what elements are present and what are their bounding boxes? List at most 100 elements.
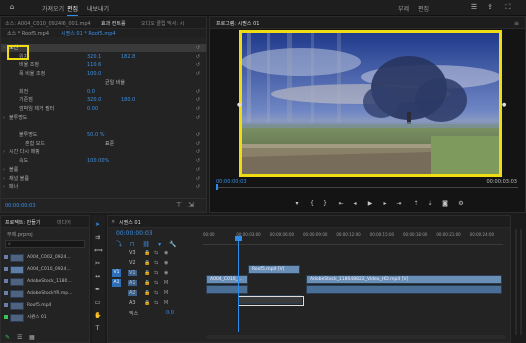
master-volume-value[interactable]: 0.0	[166, 310, 174, 316]
tab-effect-controls[interactable]: 효과 컨트롤	[101, 20, 126, 27]
play-icon[interactable]: ▶	[367, 201, 373, 207]
mute-icon[interactable]: M	[164, 300, 168, 306]
list-view-icon[interactable]: ☰	[17, 334, 22, 341]
rectangle-tool-icon[interactable]: ▭	[94, 299, 101, 306]
reset-icon[interactable]: ↺	[196, 44, 200, 52]
mark-in-icon[interactable]: {	[309, 201, 315, 207]
go-to-out-icon[interactable]: ⇥	[396, 201, 402, 207]
sequence-clip-label[interactable]: 시퀀스 01 * Roof5.mp4	[61, 30, 116, 37]
effect-property-value[interactable]: 100.00%	[87, 157, 109, 165]
effect-property-extra[interactable]: 180.0	[121, 96, 135, 104]
insert-icon[interactable]: ⤵	[116, 241, 122, 248]
icon-view-icon[interactable]: ▦	[29, 334, 35, 341]
lock-icon[interactable]: 🔒	[144, 270, 150, 276]
timeline-timecode[interactable]: 00:00:00:03	[116, 230, 153, 237]
linked-icon[interactable]: ⛓	[143, 241, 151, 248]
effect-property-value[interactable]: 50.0 %	[87, 131, 104, 139]
effect-row[interactable]: 균일 비율	[1, 79, 206, 87]
project-list-item[interactable]: A004_C010_0924...	[4, 265, 86, 274]
type-tool-icon[interactable]: T	[94, 325, 101, 332]
effect-row[interactable]: › 시간 다시 매핑 ↺	[1, 148, 206, 156]
effect-property-value[interactable]: 0.0	[87, 88, 95, 96]
source-patch[interactable]: V1	[112, 269, 121, 277]
effect-row[interactable]: 비율 조정 110.6 ↺	[1, 61, 206, 69]
twirl-icon[interactable]: ›	[3, 114, 5, 122]
step-back-icon[interactable]: ◂	[352, 201, 358, 207]
twirl-icon[interactable]: ›	[3, 183, 5, 191]
effect-property-value[interactable]: 110.6	[87, 61, 101, 69]
reset-icon[interactable]: ↺	[196, 70, 200, 78]
eye-icon[interactable]: ◉	[164, 270, 168, 276]
source-clip-label[interactable]: 소스 * Roof5.mp4	[7, 30, 49, 37]
effect-row[interactable]: 불투명도 50.0 % ↺	[1, 131, 206, 139]
go-to-in-icon[interactable]: ⇤	[338, 201, 344, 207]
lock-icon[interactable]: 🔒	[144, 300, 150, 306]
reset-icon[interactable]: ↺	[196, 131, 200, 139]
selection-tool-icon[interactable]: ➤	[94, 221, 101, 228]
eye-icon[interactable]: ◉	[164, 250, 168, 256]
twirl-icon[interactable]: ›	[3, 175, 5, 183]
effect-property-value[interactable]: 0.00	[87, 105, 98, 113]
add-marker-icon[interactable]: ▾	[294, 201, 300, 207]
step-forward-icon[interactable]: ▸	[382, 201, 388, 207]
project-list-item[interactable]: AdobeStockYR.mp...	[4, 289, 86, 298]
project-list-item[interactable]: Roof5.mp4	[4, 301, 86, 310]
twirl-icon[interactable]: ›	[3, 148, 5, 156]
timeline-ruler[interactable]: 00:00 00:00:03:00 00:00:06:00 00:00:09:00 00…	[203, 230, 503, 244]
export-frame-icon[interactable]: ◙	[442, 201, 448, 207]
snap-icon[interactable]: ⊓	[130, 241, 135, 248]
effect-property-value[interactable]: 100.0	[87, 70, 101, 78]
reset-icon[interactable]: ↺	[196, 148, 200, 156]
lock-icon[interactable]: 🔒	[144, 290, 150, 296]
filter-icon[interactable]: ⊤	[176, 201, 182, 209]
effect-row[interactable]: 혼합 모드 표준 ↺	[1, 140, 206, 148]
track-header[interactable]: V3 🔒 ⇆ ◉	[108, 249, 202, 258]
clip-a1-a004[interactable]	[206, 285, 248, 294]
effect-property-extra[interactable]: 균일 비율	[105, 79, 125, 87]
reset-icon[interactable]: ↺	[196, 183, 200, 191]
sync-icon[interactable]: ⇆	[154, 270, 158, 276]
clip-v1-a004[interactable]: A004_C010_...	[206, 275, 248, 284]
tab-edit[interactable]: 편집	[67, 4, 79, 17]
lock-icon[interactable]: 🔒	[144, 250, 150, 256]
bounding-handle-right[interactable]: ●	[502, 102, 506, 108]
project-search-input[interactable]: ⌕	[5, 240, 85, 248]
label-color-swatch[interactable]	[4, 279, 8, 283]
effect-timecode[interactable]: 00:00:00:03	[5, 203, 36, 209]
clip-a1-adobestock[interactable]	[306, 285, 502, 294]
workspace-icon[interactable]: ☰	[470, 3, 478, 11]
tab-audio-mixer[interactable]: 오디오 클립 믹서: 시	[141, 20, 184, 27]
hand-tool-icon[interactable]: ✋	[94, 312, 101, 319]
razor-tool-icon[interactable]: ✂	[94, 260, 101, 267]
extract-icon[interactable]: ⇣	[427, 201, 433, 207]
lock-icon[interactable]: 🔒	[144, 280, 150, 286]
track-header[interactable]: V1 V1 🔒 ⇆ ◉	[108, 269, 202, 278]
sync-icon[interactable]: ⇆	[154, 300, 158, 306]
twirl-icon[interactable]: ›	[3, 166, 5, 174]
snap-icon[interactable]: ⇲	[188, 201, 194, 209]
effect-row[interactable]: 기준점 320.0 180.0 ↺	[1, 96, 206, 104]
reset-icon[interactable]: ↺	[196, 105, 200, 113]
fullscreen-icon[interactable]: ⛶	[504, 3, 512, 11]
tab-project[interactable]: 프로젝트: 만들기	[5, 219, 40, 226]
project-list-item[interactable]: 시퀀스 01	[4, 313, 86, 322]
sync-icon[interactable]: ⇆	[154, 250, 158, 256]
project-list-item[interactable]: AdobeStock_1180...	[4, 277, 86, 286]
sync-icon[interactable]: ⇆	[154, 260, 158, 266]
slip-tool-icon[interactable]: ↔	[94, 273, 101, 280]
timeline-scrollbar[interactable]	[206, 335, 506, 339]
effect-property-extra[interactable]: 표준	[105, 140, 114, 148]
effect-row[interactable]: 회전 0.0 ↺	[1, 88, 206, 96]
home-icon[interactable]: ⌂	[8, 3, 16, 11]
bounding-handle-left[interactable]: ●	[237, 102, 241, 108]
reset-icon[interactable]: ↺	[196, 166, 200, 174]
label-color-swatch[interactable]	[4, 303, 8, 307]
source-patch[interactable]: A1	[112, 279, 121, 287]
timeline-playhead[interactable]	[238, 238, 239, 332]
reset-icon[interactable]: ↺	[196, 140, 200, 148]
effect-row[interactable]	[1, 122, 206, 130]
reset-icon[interactable]: ↺	[196, 114, 200, 122]
effect-row[interactable]: 위치 320.1 182.8 ↺	[1, 53, 206, 61]
clip-v1-adobestock[interactable]: AdobeStock_118648822_Video_HD.mp4 [V]	[306, 275, 502, 284]
monitor-menu-icon[interactable]: ≡	[514, 20, 519, 27]
